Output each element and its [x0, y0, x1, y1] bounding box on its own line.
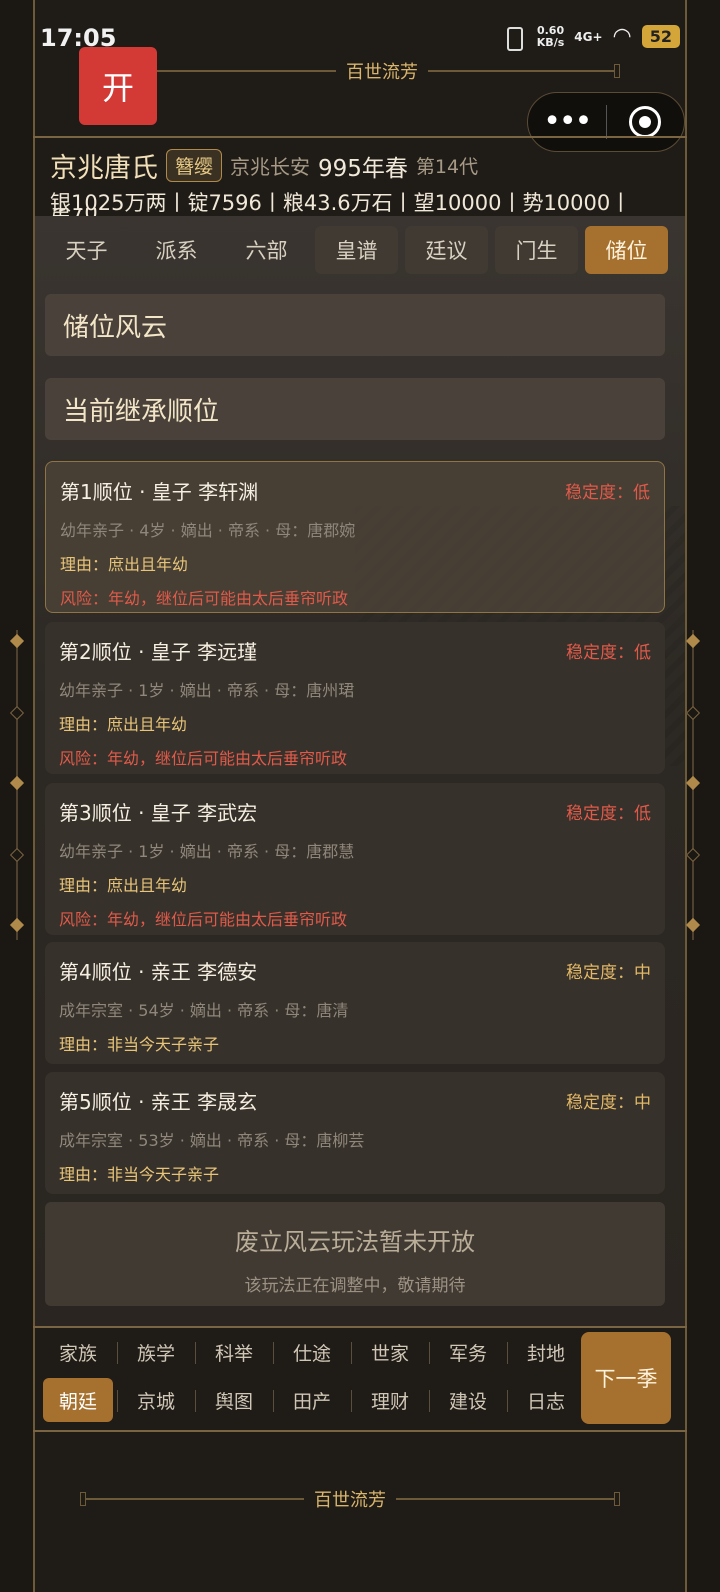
tab-succession[interactable]: 储位 — [585, 226, 668, 274]
heir-title: 第2顺位 · 皇子 李远瑾 — [59, 640, 258, 664]
court-panel: 天子 派系 六部 皇谱 廷议 门生 储位 储位风云 当前继承顺位 第1顺位 · … — [35, 216, 685, 1326]
resource-stats: 银1025万两丨锭7596丨粮43.6万石丨望10000丨势10000丨 — [50, 191, 632, 215]
stability-label: 稳定度：低 — [566, 804, 651, 824]
nav-exam[interactable]: 科举 — [195, 1330, 273, 1374]
next-season-button[interactable]: 下一季 — [581, 1332, 671, 1424]
heir-reason: 理由：非当今天子亲子 — [59, 1165, 220, 1184]
succession-card-1[interactable]: 第1顺位 · 皇子 李轩渊 稳定度：低 幼年亲子 · 4岁 · 嫡出 · 帝系 … — [45, 461, 665, 613]
tab-six-ministries[interactable]: 六部 — [225, 226, 308, 274]
succession-card-2[interactable]: 第2顺位 · 皇子 李远瑾 稳定度：低 幼年亲子 · 1岁 · 嫡出 · 帝系 … — [45, 622, 665, 774]
heir-risk: 风险：年幼，继位后可能由太后垂帘听政 — [60, 589, 349, 608]
nav-log[interactable]: 日志 — [507, 1378, 585, 1422]
nav-map[interactable]: 舆图 — [195, 1378, 273, 1422]
heir-meta: 成年宗室 · 54岁 · 嫡出 · 帝系 · 母：唐清 — [59, 1001, 349, 1020]
family-header: 京兆唐氏 簪缨 京兆长安 995年春 第14代 银1025万两丨锭7596丨粮4… — [50, 146, 680, 215]
tab-court-debate[interactable]: 廷议 — [405, 226, 488, 274]
nav-military[interactable]: 军务 — [429, 1330, 507, 1374]
stability-label: 稳定度：低 — [565, 483, 650, 503]
nav-clan-school[interactable]: 族学 — [117, 1330, 195, 1374]
heir-meta: 成年宗室 · 53岁 · 嫡出 · 帝系 · 母：唐柳芸 — [59, 1131, 365, 1150]
heir-reason: 理由：庶出且年幼 — [59, 715, 188, 734]
heir-meta: 幼年亲子 · 4岁 · 嫡出 · 帝系 · 母：唐郡婉 — [60, 521, 356, 540]
nav-finance[interactable]: 理财 — [351, 1378, 429, 1422]
heir-reason: 理由：非当今天子亲子 — [59, 1035, 220, 1054]
section-current-order: 当前继承顺位 — [45, 378, 665, 440]
stability-label: 稳定度：中 — [566, 963, 651, 983]
net-speed-unit: KB/s — [536, 35, 565, 49]
nav-family[interactable]: 家族 — [39, 1330, 117, 1374]
divider — [33, 136, 687, 138]
more-icon[interactable]: ••• — [528, 107, 606, 137]
nav-construction[interactable]: 建设 — [429, 1378, 507, 1422]
right-ornament — [685, 630, 701, 940]
heir-risk: 风险：年幼，继位后可能由太后垂帘听政 — [59, 910, 348, 929]
succession-card-4[interactable]: 第4顺位 · 亲王 李德安 稳定度：中 成年宗室 · 54岁 · 嫡出 · 帝系… — [45, 942, 665, 1064]
net-speed-value: 0.60 — [536, 23, 565, 37]
heir-title: 第4顺位 · 亲王 李德安 — [59, 960, 258, 984]
heir-title: 第3顺位 · 皇子 李武宏 — [59, 801, 258, 825]
stability-label: 稳定度：低 — [566, 643, 651, 663]
divider — [33, 1430, 687, 1432]
closed-title: 废立风云玩法暂未开放 — [235, 1228, 475, 1256]
succession-card-5[interactable]: 第5顺位 · 亲王 李晟玄 稳定度：中 成年宗室 · 53岁 · 嫡出 · 帝系… — [45, 1072, 665, 1194]
tab-disciples[interactable]: 门生 — [495, 226, 578, 274]
family-name: 京兆唐氏 — [50, 153, 158, 184]
bottom-navigation: 家族 族学 科举 仕途 世家 军务 封地 朝廷 京城 舆图 田产 理财 建设 日… — [35, 1330, 685, 1428]
tab-imperial-genealogy[interactable]: 皇谱 — [315, 226, 398, 274]
court-tabs: 天子 派系 六部 皇谱 廷议 门生 储位 — [45, 226, 668, 274]
heir-title: 第1顺位 · 皇子 李轩渊 — [60, 480, 259, 504]
close-target-icon[interactable] — [607, 106, 685, 138]
heir-reason: 理由：庶出且年幼 — [59, 876, 188, 895]
heir-reason: 理由：庶出且年幼 — [60, 555, 189, 574]
app-title-bar: 百世流芳 — [150, 56, 620, 86]
nav-career[interactable]: 仕途 — [273, 1330, 351, 1374]
heir-risk: 风险：年幼，继位后可能由太后垂帘听政 — [59, 749, 348, 768]
network-type: 4G+ — [574, 29, 603, 44]
feature-closed-notice: 废立风云玩法暂未开放 该玩法正在调整中，敬请期待 — [45, 1202, 665, 1306]
nav-court[interactable]: 朝廷 — [43, 1378, 113, 1422]
closed-subtitle: 该玩法正在调整中，敬请期待 — [244, 1276, 466, 1296]
left-ornament — [9, 630, 25, 940]
rank-badge: 簪缨 — [166, 149, 223, 182]
section-succession-title: 储位风云 — [45, 294, 665, 356]
stability-label: 稳定度：中 — [566, 1093, 651, 1113]
wifi-icon: ◠ — [612, 24, 632, 49]
heir-meta: 幼年亲子 · 1岁 · 嫡出 · 帝系 · 母：唐州珺 — [59, 681, 355, 700]
open-button[interactable]: 开 — [79, 47, 157, 125]
heir-meta: 幼年亲子 · 1岁 · 嫡出 · 帝系 · 母：唐郡慧 — [59, 842, 355, 861]
nav-capital[interactable]: 京城 — [117, 1378, 195, 1422]
tab-faction[interactable]: 派系 — [135, 226, 218, 274]
footer-title: 百世流芳 — [314, 1490, 386, 1511]
divider — [33, 1326, 687, 1328]
net-speed: 0.60 KB/s — [536, 23, 565, 49]
nav-fief[interactable]: 封地 — [507, 1330, 585, 1374]
nav-noble-families[interactable]: 世家 — [351, 1330, 429, 1374]
nav-farmland[interactable]: 田产 — [273, 1378, 351, 1422]
family-location: 京兆长安 — [230, 155, 311, 179]
generation: 第14代 — [415, 156, 479, 178]
mini-program-capsule: ••• — [527, 92, 685, 152]
footer-title-bar: 百世流芳 — [80, 1484, 620, 1514]
heir-title: 第5顺位 · 亲王 李晟玄 — [59, 1090, 258, 1114]
battery-indicator: 52 — [641, 25, 680, 48]
succession-card-3[interactable]: 第3顺位 · 皇子 李武宏 稳定度：低 幼年亲子 · 1岁 · 嫡出 · 帝系 … — [45, 783, 665, 935]
app-title: 百世流芳 — [346, 62, 418, 83]
current-year: 995年春 — [318, 155, 408, 182]
vibrate-icon — [499, 26, 527, 51]
tab-tianzi[interactable]: 天子 — [45, 226, 128, 274]
